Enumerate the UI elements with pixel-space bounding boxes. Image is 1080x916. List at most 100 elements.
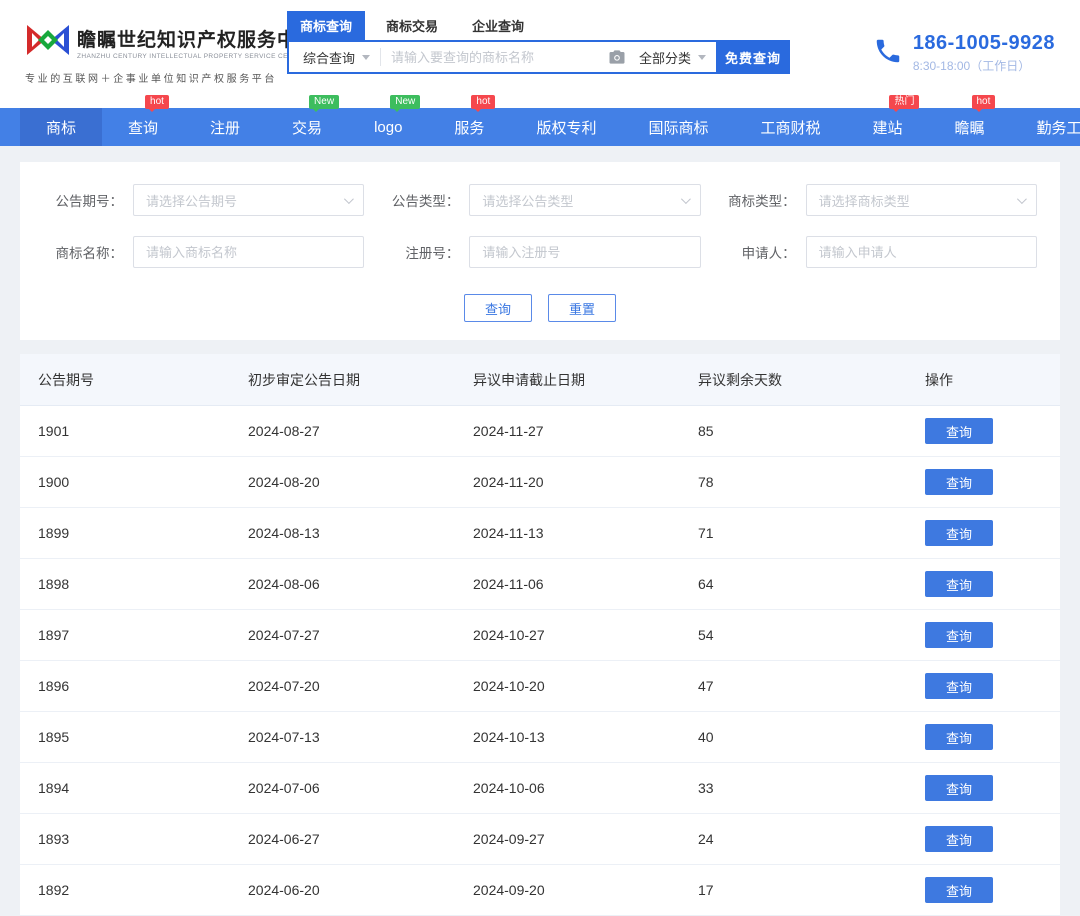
col-header-action: 操作 [925, 370, 1060, 390]
cell-days-left: 64 [698, 576, 925, 592]
period-select[interactable]: 请选择公告期号 [133, 184, 364, 216]
search-category-dropdown[interactable]: 综合查询 [289, 42, 380, 72]
row-query-button[interactable]: 查询 [925, 418, 993, 444]
trademark-type-select[interactable]: 请选择商标类型 [806, 184, 1037, 216]
row-query-button[interactable]: 查询 [925, 673, 993, 699]
cell-days-left: 54 [698, 627, 925, 643]
search-input[interactable] [381, 42, 599, 72]
table-row: 1898 2024-08-06 2024-11-06 64 查询 [20, 559, 1060, 610]
nav-item-copyright-patent[interactable]: 版权专利 [510, 108, 622, 146]
cell-pub-date: 2024-06-20 [248, 882, 473, 898]
row-query-button[interactable]: 查询 [925, 775, 993, 801]
filter-label-registration-number: 注册号： [379, 242, 459, 262]
chevron-down-icon [344, 194, 354, 204]
cell-days-left: 71 [698, 525, 925, 541]
brand-logo[interactable]: 瞻瞩世纪知识产权服务中心 ZHANZHU CENTURY INTELLECTUA… [25, 22, 287, 85]
tab-trademark-search[interactable]: 商标查询 [287, 11, 365, 40]
cell-days-left: 78 [698, 474, 925, 490]
cell-period: 1898 [38, 576, 248, 592]
query-button[interactable]: 查询 [464, 294, 532, 322]
cell-days-left: 40 [698, 729, 925, 745]
row-query-button[interactable]: 查询 [925, 877, 993, 903]
row-query-button[interactable]: 查询 [925, 826, 993, 852]
filter-label-trademark-type: 商标类型： [716, 190, 796, 210]
chevron-down-icon [681, 194, 691, 204]
nav-item-international-trademark[interactable]: 国际商标 [622, 108, 734, 146]
search-tabs: 商标查询 商标交易 企业查询 [287, 14, 790, 40]
hot-badge: hot [972, 95, 996, 109]
phone-hours: 8:30-18:00（工作日） [913, 57, 1055, 74]
nav-item-logo[interactable]: Newlogo [348, 108, 428, 146]
cell-pub-date: 2024-08-06 [248, 576, 473, 592]
cell-days-left: 85 [698, 423, 925, 439]
cell-days-left: 17 [698, 882, 925, 898]
cell-deadline: 2024-11-27 [473, 423, 698, 439]
table-row: 1893 2024-06-27 2024-09-27 24 查询 [20, 814, 1060, 865]
phone-icon [873, 36, 903, 71]
nav-item-website-building[interactable]: 热门建站 [846, 108, 928, 146]
cell-deadline: 2024-10-06 [473, 780, 698, 796]
tab-company-search[interactable]: 企业查询 [459, 11, 537, 40]
col-header-period: 公告期号 [38, 370, 248, 390]
cell-pub-date: 2024-07-20 [248, 678, 473, 694]
contact-phone: 186-1005-9928 8:30-18:00（工作日） [873, 32, 1055, 74]
free-search-button[interactable]: 免费查询 [716, 40, 790, 74]
table-header-row: 公告期号 初步审定公告日期 异议申请截止日期 异议剩余天数 操作 [20, 354, 1060, 406]
cell-period: 1899 [38, 525, 248, 541]
nav-item-business-tax[interactable]: 工商财税 [734, 108, 846, 146]
nav-item-trade[interactable]: New交易 [266, 108, 348, 146]
phone-number: 186-1005-9928 [913, 32, 1055, 55]
nav-item-trademark[interactable]: 商标 [20, 108, 102, 146]
brand-title: 瞻瞩世纪知识产权服务中心 [77, 25, 317, 52]
caret-down-icon [698, 55, 706, 60]
table-row: 1892 2024-06-20 2024-09-20 17 查询 [20, 865, 1060, 916]
filter-label-announcement-type: 公告类型： [379, 190, 459, 210]
hot-badge: hot [145, 95, 169, 109]
applicant-input[interactable] [806, 236, 1037, 268]
reset-button[interactable]: 重置 [548, 294, 616, 322]
row-query-button[interactable]: 查询 [925, 469, 993, 495]
cell-deadline: 2024-10-13 [473, 729, 698, 745]
cell-period: 1896 [38, 678, 248, 694]
trademark-name-input[interactable] [133, 236, 364, 268]
nav-item-work-service[interactable]: 勤务工作 [1011, 108, 1080, 146]
cell-deadline: 2024-11-13 [473, 525, 698, 541]
brand-subtitle-en: ZHANZHU CENTURY INTELLECTUAL PROPERTY SE… [77, 53, 317, 60]
announcements-table: 公告期号 初步审定公告日期 异议申请截止日期 异议剩余天数 操作 1901 20… [20, 354, 1060, 916]
camera-search-icon[interactable] [599, 42, 635, 72]
cell-deadline: 2024-09-27 [473, 831, 698, 847]
top-search: 商标查询 商标交易 企业查询 综合查询 全部分类 免费查询 [287, 14, 790, 74]
cell-period: 1900 [38, 474, 248, 490]
table-row: 1901 2024-08-27 2024-11-27 85 查询 [20, 406, 1060, 457]
filter-label-applicant: 申请人： [716, 242, 796, 262]
cell-deadline: 2024-09-20 [473, 882, 698, 898]
nav-item-register[interactable]: 注册 [184, 108, 266, 146]
class-filter-dropdown[interactable]: 全部分类 [635, 42, 718, 72]
cell-period: 1894 [38, 780, 248, 796]
cell-period: 1893 [38, 831, 248, 847]
announcement-type-select[interactable]: 请选择公告类型 [469, 184, 700, 216]
main-nav: 商标 hot查询 注册 New交易 Newlogo hot服务 版权专利 国际商… [0, 108, 1080, 146]
caret-down-icon [362, 55, 370, 60]
brand-tagline: 专业的互联网＋企事业单位知识产权服务平台 [25, 70, 287, 85]
cell-days-left: 24 [698, 831, 925, 847]
row-query-button[interactable]: 查询 [925, 724, 993, 750]
cell-pub-date: 2024-08-20 [248, 474, 473, 490]
cell-period: 1892 [38, 882, 248, 898]
col-header-deadline: 异议申请截止日期 [473, 370, 698, 390]
cell-deadline: 2024-10-27 [473, 627, 698, 643]
top-header: 瞻瞩世纪知识产权服务中心 ZHANZHU CENTURY INTELLECTUA… [0, 0, 1080, 108]
cell-days-left: 33 [698, 780, 925, 796]
row-query-button[interactable]: 查询 [925, 520, 993, 546]
row-query-button[interactable]: 查询 [925, 571, 993, 597]
row-query-button[interactable]: 查询 [925, 622, 993, 648]
search-box: 综合查询 全部分类 免费查询 [287, 40, 790, 74]
nav-item-search[interactable]: hot查询 [102, 108, 184, 146]
cell-period: 1897 [38, 627, 248, 643]
registration-number-input[interactable] [469, 236, 700, 268]
tab-trademark-trade[interactable]: 商标交易 [373, 11, 451, 40]
col-header-pub-date: 初步审定公告日期 [248, 370, 473, 390]
nav-item-zhanzhu[interactable]: hot瞻瞩 [929, 108, 1011, 146]
nav-item-service[interactable]: hot服务 [428, 108, 510, 146]
cell-pub-date: 2024-07-06 [248, 780, 473, 796]
